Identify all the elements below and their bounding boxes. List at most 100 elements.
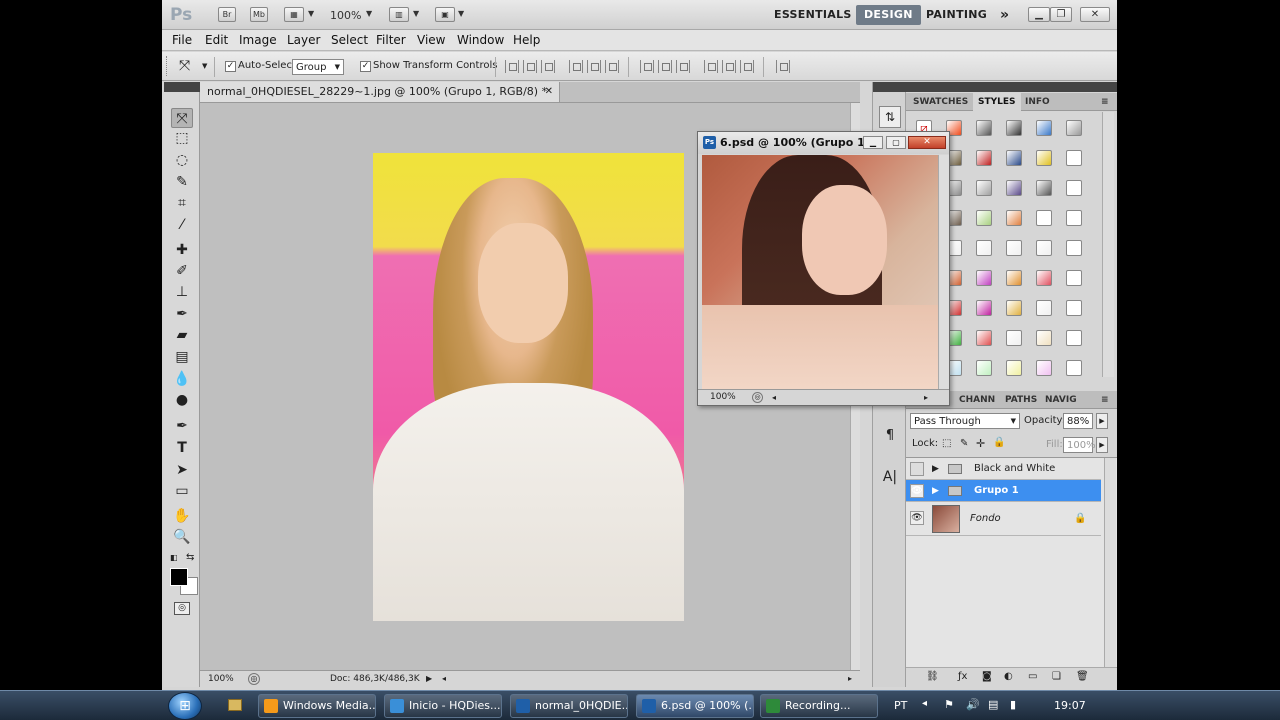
taskbar-button[interactable]: Windows Media... (258, 694, 376, 718)
style-preset-swatch[interactable] (1006, 180, 1022, 196)
style-preset-swatch[interactable] (1036, 360, 1052, 376)
tab-info[interactable]: INFO (1020, 93, 1055, 111)
blend-mode-dropdown[interactable]: Pass Through ▼ (910, 413, 1020, 429)
expand-arrow-icon[interactable]: ▶ (932, 458, 939, 480)
taskbar-button[interactable]: Inicio - HQDies... (384, 694, 502, 718)
style-preset-swatch[interactable] (1006, 120, 1022, 136)
move-tool-icon[interactable]: ⤧ (171, 108, 193, 128)
mini-bridge-button[interactable]: Mb (250, 7, 268, 22)
align-hcenter-icon[interactable] (587, 60, 601, 73)
new-group-icon[interactable]: ▭ (1028, 671, 1037, 682)
tab-paths[interactable]: PATHS (1000, 391, 1042, 409)
taskbar-button[interactable]: Recording... (760, 694, 878, 718)
network-tray-icon[interactable]: ▤ (988, 698, 998, 711)
floating-document-window[interactable]: Ps 6.psd @ 100% (Grupo 1... ▁ ▢ ✕ 100% ◎… (697, 131, 950, 406)
link-layers-icon[interactable]: ⛓ (926, 671, 939, 682)
style-preset-swatch[interactable] (1036, 300, 1052, 316)
style-preset-swatch[interactable] (1036, 270, 1052, 286)
history-panel-icon[interactable]: ⇅ (879, 106, 901, 128)
menu-layer[interactable]: Layer (287, 33, 320, 47)
align-left-icon[interactable] (569, 60, 583, 73)
menu-view[interactable]: View (417, 33, 445, 47)
scroll-left-icon[interactable]: ◂ (772, 390, 776, 405)
tab-channels[interactable]: CHANN (954, 391, 1000, 409)
align-top-icon[interactable] (505, 60, 519, 73)
scroll-right-icon[interactable]: ▸ (924, 390, 928, 405)
layer-row-selected[interactable]: 👁 ▶ Grupo 1 (906, 480, 1101, 502)
add-mask-icon[interactable]: ◙ (982, 671, 992, 682)
swap-colors-icon[interactable]: ⇆ (186, 552, 194, 563)
style-preset-swatch[interactable] (976, 300, 992, 316)
taskbar-button[interactable]: 6.psd @ 100% (... (636, 694, 754, 718)
type-tool-icon[interactable]: T (171, 438, 193, 458)
status-info-icon[interactable]: ◎ (248, 673, 260, 685)
character-panel-icon[interactable]: A| (879, 467, 901, 489)
style-preset-swatch[interactable] (976, 330, 992, 346)
fill-input[interactable]: 100% (1063, 437, 1096, 453)
distribute-left-icon[interactable] (704, 60, 718, 73)
style-preset-swatch[interactable] (1066, 120, 1082, 136)
path-selection-tool-icon[interactable]: ➤ (171, 460, 193, 480)
tab-swatches[interactable]: SWATCHES (908, 93, 973, 111)
panels-header[interactable] (906, 82, 1117, 92)
crop-tool-icon[interactable]: ⌗ (171, 193, 193, 213)
tab-styles[interactable]: STYLES (973, 93, 1021, 111)
distribute-bottom-icon[interactable] (676, 60, 690, 73)
menu-image[interactable]: Image (239, 33, 277, 47)
zoom-tool-icon[interactable]: 🔍 (171, 527, 193, 547)
tools-header[interactable] (164, 82, 200, 92)
align-bottom-icon[interactable] (541, 60, 555, 73)
style-preset-swatch[interactable] (1066, 210, 1082, 226)
auto-select-dropdown[interactable]: Group ▼ (292, 59, 344, 75)
distribute-right-icon[interactable] (740, 60, 754, 73)
signal-tray-icon[interactable]: ▮ (1010, 698, 1016, 711)
healing-brush-tool-icon[interactable]: ✚ (171, 240, 193, 260)
workspace-design[interactable]: DESIGN (856, 5, 921, 25)
style-preset-swatch[interactable] (1036, 120, 1052, 136)
add-style-icon[interactable]: ƒx (958, 671, 967, 682)
quick-mask-icon[interactable]: ◎ (174, 602, 190, 615)
chevron-down-icon[interactable]: ▼ (308, 9, 314, 18)
default-colors-icon[interactable]: ◧ (170, 553, 178, 562)
screen-mode-icon[interactable]: ▣ (435, 7, 455, 22)
status-menu-arrow-icon[interactable]: ▶ (426, 671, 432, 687)
clone-stamp-tool-icon[interactable]: ⊥ (171, 282, 193, 302)
style-preset-swatch[interactable] (1036, 210, 1052, 226)
foreground-color-swatch[interactable] (170, 568, 188, 586)
maximize-icon[interactable]: ▢ (886, 136, 906, 149)
style-preset-swatch[interactable] (1006, 240, 1022, 256)
lock-pixels-icon[interactable]: ✎ (960, 438, 968, 449)
move-tool-preset-icon[interactable]: ⤧ (179, 58, 190, 74)
eyedropper-tool-icon[interactable]: ⁄ (171, 215, 193, 235)
layer-row[interactable]: ▶ Black and White (906, 458, 1101, 480)
main-document-image[interactable] (373, 153, 684, 621)
chevron-down-icon[interactable]: ▼ (413, 9, 419, 18)
visibility-toggle[interactable] (910, 462, 924, 476)
workspace-painting[interactable]: PAINTING (918, 5, 995, 25)
delete-layer-icon[interactable]: 🗑 (1076, 671, 1089, 682)
paragraph-panel-icon[interactable]: ¶ (879, 426, 901, 448)
tray-arrow-icon[interactable]: ◂ (922, 698, 927, 709)
marquee-tool-icon[interactable]: ⬚ (171, 128, 193, 148)
menu-select[interactable]: Select (331, 33, 368, 47)
zoom-level[interactable]: 100% (330, 9, 361, 22)
language-indicator[interactable]: PT (894, 699, 907, 712)
start-button[interactable]: ⊞ (168, 692, 202, 720)
layer-row[interactable]: 👁 Fondo 🔒 (906, 502, 1101, 536)
menu-help[interactable]: Help (513, 33, 540, 47)
style-preset-swatch[interactable] (1066, 150, 1082, 166)
align-right-icon[interactable] (605, 60, 619, 73)
layers-scrollbar[interactable] (1104, 458, 1116, 668)
rectangle-tool-icon[interactable]: ▭ (171, 481, 193, 501)
eye-icon[interactable]: 👁 (910, 484, 924, 498)
style-preset-swatch[interactable] (1006, 210, 1022, 226)
floating-window-titlebar[interactable]: Ps 6.psd @ 100% (Grupo 1... ▁ ▢ ✕ (698, 132, 949, 154)
scroll-left-icon[interactable]: ◂ (442, 671, 446, 687)
security-tray-icon[interactable]: ⚑ (944, 698, 954, 711)
lasso-tool-icon[interactable]: ◌ (171, 150, 193, 170)
restore-icon[interactable]: ❐ (1050, 7, 1072, 22)
close-tab-icon[interactable]: ✕ (545, 82, 553, 102)
strip-header[interactable] (873, 82, 907, 92)
lock-position-icon[interactable]: ✛ (976, 437, 985, 450)
dodge-tool-icon[interactable]: ● (171, 390, 193, 410)
